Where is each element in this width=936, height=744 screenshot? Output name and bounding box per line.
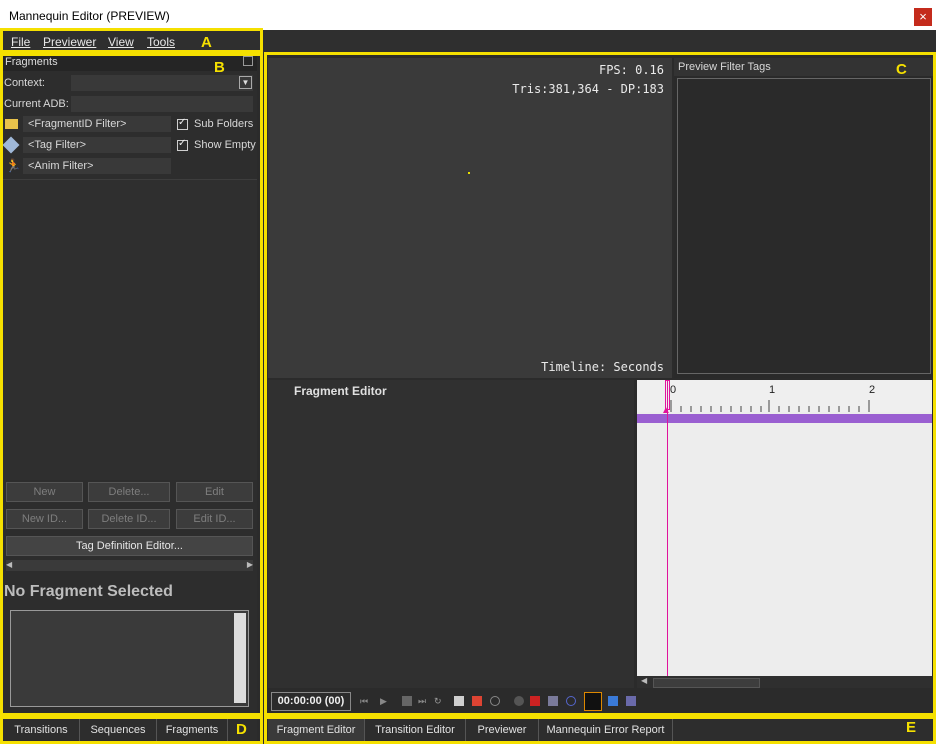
ruler-ticks	[670, 400, 870, 412]
dropdown-icon[interactable]	[402, 696, 412, 706]
bone-icon[interactable]	[626, 696, 636, 706]
tab-transitions[interactable]: Transitions	[3, 719, 80, 741]
camera-icon[interactable]	[548, 696, 558, 706]
horizontal-scrollbar[interactable]: ◀ ▶	[6, 560, 253, 571]
annotation-label-c: C	[896, 61, 907, 78]
show-empty-checkbox[interactable]	[177, 138, 188, 151]
origin-marker	[468, 172, 470, 174]
playhead-line[interactable]	[667, 380, 668, 676]
tag-filter-input[interactable]: <Tag Filter>	[23, 137, 171, 153]
tab-fragment-editor[interactable]: Fragment Editor	[268, 719, 365, 741]
delete-id-button[interactable]: Delete ID...	[88, 509, 170, 529]
skip-forward-icon[interactable]: ⏭	[418, 696, 428, 706]
tab-sequences[interactable]: Sequences	[80, 719, 157, 741]
tab-mannequin-error-report[interactable]: Mannequin Error Report	[539, 719, 673, 741]
timeline-units-readout: Timeline: Seconds	[541, 360, 664, 374]
show-empty-label: Show Empty	[194, 139, 256, 151]
right-tab-bar: Fragment Editor Transition Editor Previe…	[268, 719, 932, 741]
scroll-left-icon[interactable]: ◀	[6, 560, 12, 569]
new-button[interactable]: New	[6, 482, 83, 502]
menu-previewer[interactable]: Previewer	[43, 35, 96, 49]
close-button[interactable]: ×	[914, 8, 932, 26]
tab-transition-editor[interactable]: Transition Editor	[365, 719, 466, 741]
clock-icon[interactable]	[490, 696, 500, 706]
record-icon[interactable]	[514, 696, 524, 706]
vertical-scrollbar[interactable]	[234, 613, 246, 703]
window-title: Mannequin Editor (PREVIEW)	[9, 9, 170, 23]
menu-file[interactable]: File	[11, 35, 30, 49]
edit-id-button[interactable]: Edit ID...	[176, 509, 253, 529]
fragment-track-bar[interactable]	[637, 414, 932, 423]
title-bar: Mannequin Editor (PREVIEW) ×	[0, 0, 936, 30]
annotation-label-e: E	[906, 719, 917, 736]
tf-icon[interactable]	[454, 696, 464, 706]
current-adb-field[interactable]	[71, 96, 253, 112]
red-figure-icon[interactable]	[530, 696, 540, 706]
folder-icon	[5, 119, 18, 129]
tag-definition-editor-button[interactable]: Tag Definition Editor...	[6, 536, 253, 556]
tris-readout: Tris:381,364 - DP:183	[512, 82, 664, 96]
menu-tools[interactable]: Tools	[147, 35, 175, 49]
preview-filter-tags-title: Preview Filter Tags	[678, 61, 771, 73]
no-fragment-selected-heading: No Fragment Selected	[4, 583, 173, 600]
context-label: Context:	[4, 77, 45, 89]
target-icon[interactable]	[472, 696, 482, 706]
left-tab-bar: Transitions Sequences Fragments	[3, 719, 257, 741]
anim-filter-text: <Anim Filter>	[28, 160, 94, 172]
current-adb-label: Current ADB:	[4, 98, 69, 110]
loop-icon[interactable]: ↻	[434, 696, 444, 706]
timeline-ruler[interactable]: 0 1 2	[637, 380, 932, 412]
float-panel-icon[interactable]	[243, 56, 253, 66]
playhead-triangle-icon: ▲	[661, 405, 671, 416]
timeline-scrollbar[interactable]: ◀	[637, 676, 932, 688]
timeline-panel[interactable]: 0 1 2 ▲ ◀	[637, 380, 932, 688]
sub-folders-label: Sub Folders	[194, 118, 254, 130]
time-display[interactable]: 00:00:00 (00)	[271, 692, 351, 711]
menu-bar: File Previewer View Tools	[0, 30, 936, 54]
skip-back-icon[interactable]: ⏮	[360, 696, 370, 706]
edit-button[interactable]: Edit	[176, 482, 253, 502]
anim-filter-input[interactable]: <Anim Filter>	[23, 158, 171, 174]
fragment-id-filter-input[interactable]: <FragmentID Filter>	[23, 116, 171, 132]
annotation-label-a: A	[201, 34, 212, 51]
tag-filter-text: <Tag Filter>	[28, 139, 87, 151]
play-icon[interactable]: ▶	[380, 696, 390, 706]
chevron-down-icon: ▼	[239, 76, 252, 89]
fragment-editor-title: Fragment Editor	[294, 384, 387, 398]
fragment-id-filter-text: <FragmentID Filter>	[28, 118, 127, 130]
scroll-thumb[interactable]	[653, 678, 760, 688]
tab-previewer[interactable]: Previewer	[466, 719, 539, 741]
fragments-panel: Fragments Context: ▼ Current ADB: <Fragm…	[2, 55, 257, 713]
fragment-details-box[interactable]	[10, 610, 249, 707]
tick-label-1: 1	[769, 384, 776, 396]
sub-folders-checkbox[interactable]	[177, 117, 188, 130]
annotation-label-b: B	[214, 59, 225, 76]
new-id-button[interactable]: New ID...	[6, 509, 83, 529]
tick-label-2: 2	[869, 384, 876, 396]
preview-filter-tags-panel: Preview Filter Tags	[674, 58, 934, 378]
fragment-editor-panel[interactable]: Fragment Editor	[268, 380, 634, 688]
tab-fragments[interactable]: Fragments	[157, 719, 228, 741]
fps-readout: FPS: 0.16	[598, 63, 664, 77]
playback-toolbar: 00:00:00 (00) ⏮ ▶ ⏭ ↻	[268, 690, 932, 714]
eye-icon[interactable]	[566, 696, 576, 706]
preview-filter-tags-header: Preview Filter Tags	[674, 58, 934, 76]
fragment-tree[interactable]	[3, 179, 257, 480]
scroll-right-icon[interactable]: ▶	[247, 560, 253, 569]
fragments-panel-title: Fragments	[5, 56, 58, 68]
delete-button[interactable]: Delete...	[88, 482, 170, 502]
tick-label-0: 0	[670, 384, 677, 396]
figure-icon[interactable]	[608, 696, 618, 706]
preview-filter-tags-list[interactable]	[677, 78, 931, 374]
tag-icon	[2, 136, 20, 154]
annotation-label-d: D	[236, 721, 247, 738]
context-dropdown[interactable]: ▼	[71, 75, 253, 91]
axis-icon[interactable]	[584, 692, 602, 711]
preview-viewport[interactable]: FPS: 0.16 Tris:381,364 - DP:183 Timeline…	[268, 58, 672, 378]
running-man-icon: 🏃	[5, 158, 22, 173]
scroll-left-icon[interactable]: ◀	[641, 676, 647, 685]
menu-view[interactable]: View	[108, 35, 134, 49]
